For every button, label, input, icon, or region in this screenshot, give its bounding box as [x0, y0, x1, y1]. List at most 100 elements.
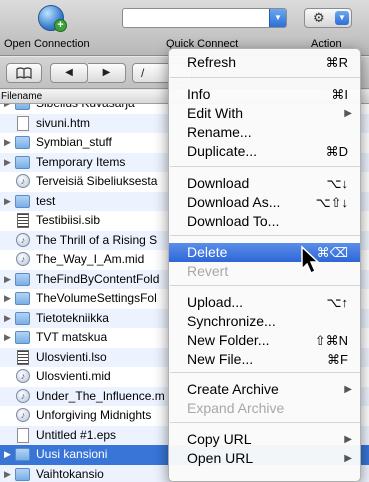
- file-name: Unforgiving Midnights: [36, 408, 152, 422]
- disclosure-triangle-icon[interactable]: ▶: [4, 133, 14, 152]
- back-arrow-icon: ◀: [65, 67, 73, 78]
- folder-icon: [15, 104, 30, 110]
- disclosure-triangle-icon[interactable]: ▶: [4, 270, 14, 289]
- folder-icon: [15, 194, 30, 208]
- file-name: Vaihtokansio: [36, 466, 104, 481]
- midi-file-icon: ♪: [16, 232, 30, 247]
- file-name: The Thrill of a Rising S: [36, 232, 158, 247]
- file-name: Tietotekniikka: [36, 310, 109, 325]
- menu-item-create-archive[interactable]: Create Archive ▶: [169, 380, 360, 399]
- menu-item-download-to[interactable]: Download To...: [169, 212, 360, 231]
- menu-item-new-folder[interactable]: New Folder... ⇧⌘N: [169, 331, 360, 350]
- folder-icon: [15, 331, 30, 344]
- disclosure-triangle-icon[interactable]: ▶: [4, 445, 14, 464]
- menu-item-shortcut: ⌘R: [325, 55, 348, 70]
- menu-separator: [170, 166, 360, 167]
- disclosure-triangle-icon[interactable]: ▶: [4, 289, 14, 308]
- sibelius-file-icon: [17, 213, 29, 228]
- menu-item-shortcut: ⌘D: [325, 144, 348, 159]
- menu-item-open-url[interactable]: Open URL ▶: [169, 449, 360, 468]
- menu-item-label: Duplicate...: [187, 143, 258, 159]
- menu-item-label: Upload...: [187, 294, 244, 310]
- file-name: The_Way_I_Am.mid: [36, 252, 145, 266]
- action-button[interactable]: ⚙ ▼: [304, 8, 352, 28]
- midi-file-icon: ♪: [16, 174, 30, 188]
- file-name: Uusi kansioni: [36, 447, 108, 461]
- menu-item-copy-url[interactable]: Copy URL ▶: [169, 430, 360, 449]
- menu-separator: [170, 77, 360, 78]
- disclosure-triangle-icon[interactable]: ▶: [4, 192, 14, 211]
- disclosure-triangle-icon[interactable]: ▶: [4, 104, 14, 113]
- menu-item-synchronize[interactable]: Synchronize...: [169, 312, 360, 331]
- disclosure-triangle-icon[interactable]: ▶: [4, 309, 14, 328]
- file-name: sivuni.htm: [36, 115, 91, 130]
- submenu-arrow-icon: ▶: [344, 453, 352, 464]
- folder-icon: [15, 448, 30, 461]
- menu-item-label: New File...: [187, 351, 254, 367]
- menu-item-revert: Revert: [169, 262, 360, 281]
- menu-item-label: Rename...: [187, 124, 252, 140]
- folder-icon: [15, 272, 30, 286]
- menu-item-new-file[interactable]: New File... ⌘F: [169, 350, 360, 369]
- menu-item-expand-archive: Expand Archive: [169, 399, 360, 418]
- folder-icon: [15, 155, 30, 169]
- menu-item-label: Delete: [187, 244, 228, 260]
- midi-file-icon: ♪: [16, 252, 30, 266]
- sibelius-file-icon: [17, 349, 29, 365]
- menu-item-label: Download To...: [187, 213, 280, 229]
- menu-item-upload[interactable]: Upload... ⌥↑: [169, 293, 360, 312]
- menu-separator: [170, 422, 360, 423]
- menu-item-rename[interactable]: Rename...: [169, 123, 360, 142]
- gear-icon: ⚙: [313, 10, 325, 25]
- folder-icon: [15, 292, 30, 305]
- menu-item-duplicate[interactable]: Duplicate... ⌘D: [169, 142, 360, 161]
- menu-item-label: Refresh: [187, 54, 237, 70]
- menu-item-label: Create Archive: [187, 381, 279, 397]
- menu-item-download-as[interactable]: Download As... ⌥⇧↓: [169, 193, 360, 212]
- menu-item-label: Expand Archive: [187, 400, 285, 416]
- menu-separator: [170, 372, 360, 373]
- submenu-arrow-icon: ▶: [344, 434, 352, 445]
- quick-connect-input[interactable]: ▼: [122, 8, 287, 28]
- context-menu: Refresh ⌘R Info ⌘I Edit With ▶ Rename... Duplic…: [168, 48, 361, 482]
- menu-item-shortcut: ⌥↓: [326, 176, 348, 191]
- file-name: Ulosvienti.mid: [36, 369, 111, 383]
- disclosure-triangle-icon[interactable]: ▶: [4, 465, 14, 482]
- menu-item-refresh[interactable]: Refresh ⌘R: [169, 53, 360, 72]
- submenu-arrow-icon: ▶: [344, 108, 352, 119]
- file-name: TVT matskua: [36, 330, 108, 344]
- book-icon: [16, 67, 32, 80]
- action-dropdown-icon: ▼: [335, 11, 349, 25]
- forward-button[interactable]: ▶: [88, 63, 126, 83]
- menu-item-label: Download: [187, 175, 250, 191]
- midi-file-icon: ♪: [16, 388, 30, 403]
- file-name: TheFindByContentFold: [36, 271, 160, 286]
- menu-item-info[interactable]: Info ⌘I: [169, 85, 360, 104]
- menu-item-shortcut: ⇧⌘N: [314, 333, 348, 348]
- disclosure-triangle-icon[interactable]: ▶: [4, 328, 14, 347]
- menu-separator: [170, 235, 360, 236]
- menu-item-label: Edit With: [187, 105, 244, 121]
- disclosure-triangle-icon[interactable]: ▶: [4, 153, 14, 172]
- file-name: Testibiisi.sib: [36, 213, 101, 227]
- bookmarks-button[interactable]: [6, 63, 42, 83]
- menu-item-shortcut: ⌘F: [327, 352, 348, 367]
- menu-item-shortcut: ⌥⇧↓: [315, 195, 348, 210]
- menu-item-label: Info: [187, 86, 211, 102]
- midi-file-icon: ♪: [16, 408, 30, 422]
- plus-badge-icon: +: [54, 19, 67, 32]
- file-name: test: [36, 193, 56, 208]
- filename-column-header[interactable]: Filename: [1, 91, 42, 102]
- document-icon: [17, 115, 29, 131]
- open-connection-label: Open Connection: [4, 38, 90, 50]
- menu-item-delete[interactable]: Delete ⌘⌫: [169, 243, 360, 262]
- file-name: Under_The_Influence.m: [36, 388, 165, 403]
- menu-separator: [170, 285, 360, 286]
- quick-connect-dropdown-icon[interactable]: ▼: [269, 9, 286, 27]
- back-button[interactable]: ◀: [50, 63, 88, 83]
- menu-item-download[interactable]: Download ⌥↓: [169, 174, 360, 193]
- file-name: Symbian_stuff: [36, 135, 112, 149]
- file-name: Terveisiä Sibeliuksesta: [36, 174, 158, 188]
- file-name: Untitled #1.eps: [36, 427, 117, 442]
- menu-item-edit-with[interactable]: Edit With ▶: [169, 104, 360, 123]
